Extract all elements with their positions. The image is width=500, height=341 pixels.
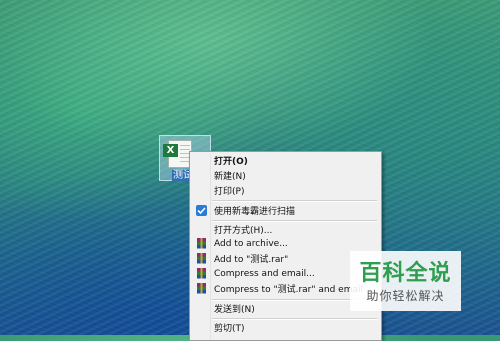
winrar-icon [195, 237, 208, 250]
menu-item-cut[interactable]: 剪切(T) [192, 320, 379, 335]
winrar-icon [195, 252, 208, 265]
menu-item-print[interactable]: 打印(P) [192, 183, 379, 198]
winrar-icon [195, 282, 208, 295]
watermark-title: 百科全说 [359, 261, 452, 286]
menu-separator [212, 200, 377, 202]
watermark-subtitle: 助你轻松解决 [366, 289, 445, 303]
menu-separator [212, 220, 377, 222]
menu-item-scan[interactable]: 使用新毒霸进行扫描 [192, 203, 379, 218]
menu-separator [212, 318, 377, 320]
menu-item-new[interactable]: 新建(N) [192, 168, 379, 183]
menu-item-open-with[interactable]: 打开方式(H)... [192, 222, 379, 237]
menu-item-add-to-archive[interactable]: Add to archive... [192, 236, 379, 251]
shield-scan-icon [195, 204, 208, 217]
baike-watermark: 百科全说 助你轻松解决 [350, 251, 461, 311]
winrar-icon [195, 267, 208, 280]
context-menu: 打开(O) 新建(N) 打印(P) 使用新毒霸进行扫描 打开方式(H)... A… [189, 151, 382, 341]
menu-item-open[interactable]: 打开(O) [192, 153, 379, 168]
